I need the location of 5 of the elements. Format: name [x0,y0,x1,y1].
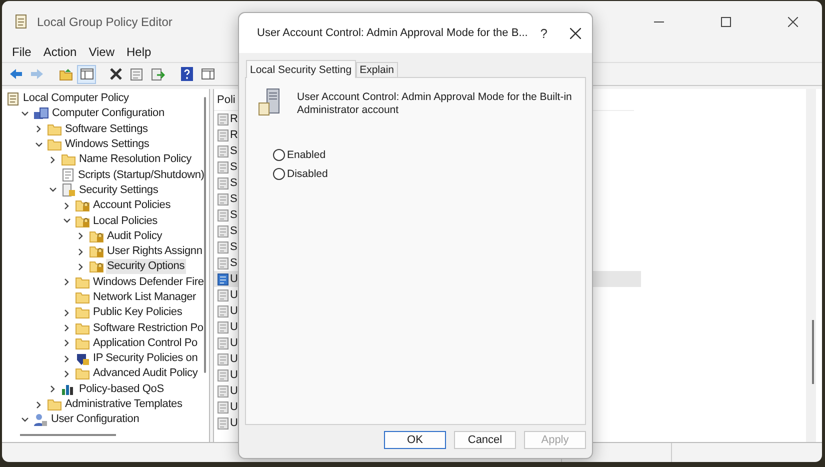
radio-label: Enabled [287,149,326,161]
policy-name: User Account Control: Admin Approval Mode for the Built-in Administrator account [297,90,573,117]
dialog-title: User Account Control: Admin Approval Mode for the B... [257,27,528,39]
window-title: Local Group Policy Editor [37,14,174,28]
radio-label: Disabled [287,168,328,180]
